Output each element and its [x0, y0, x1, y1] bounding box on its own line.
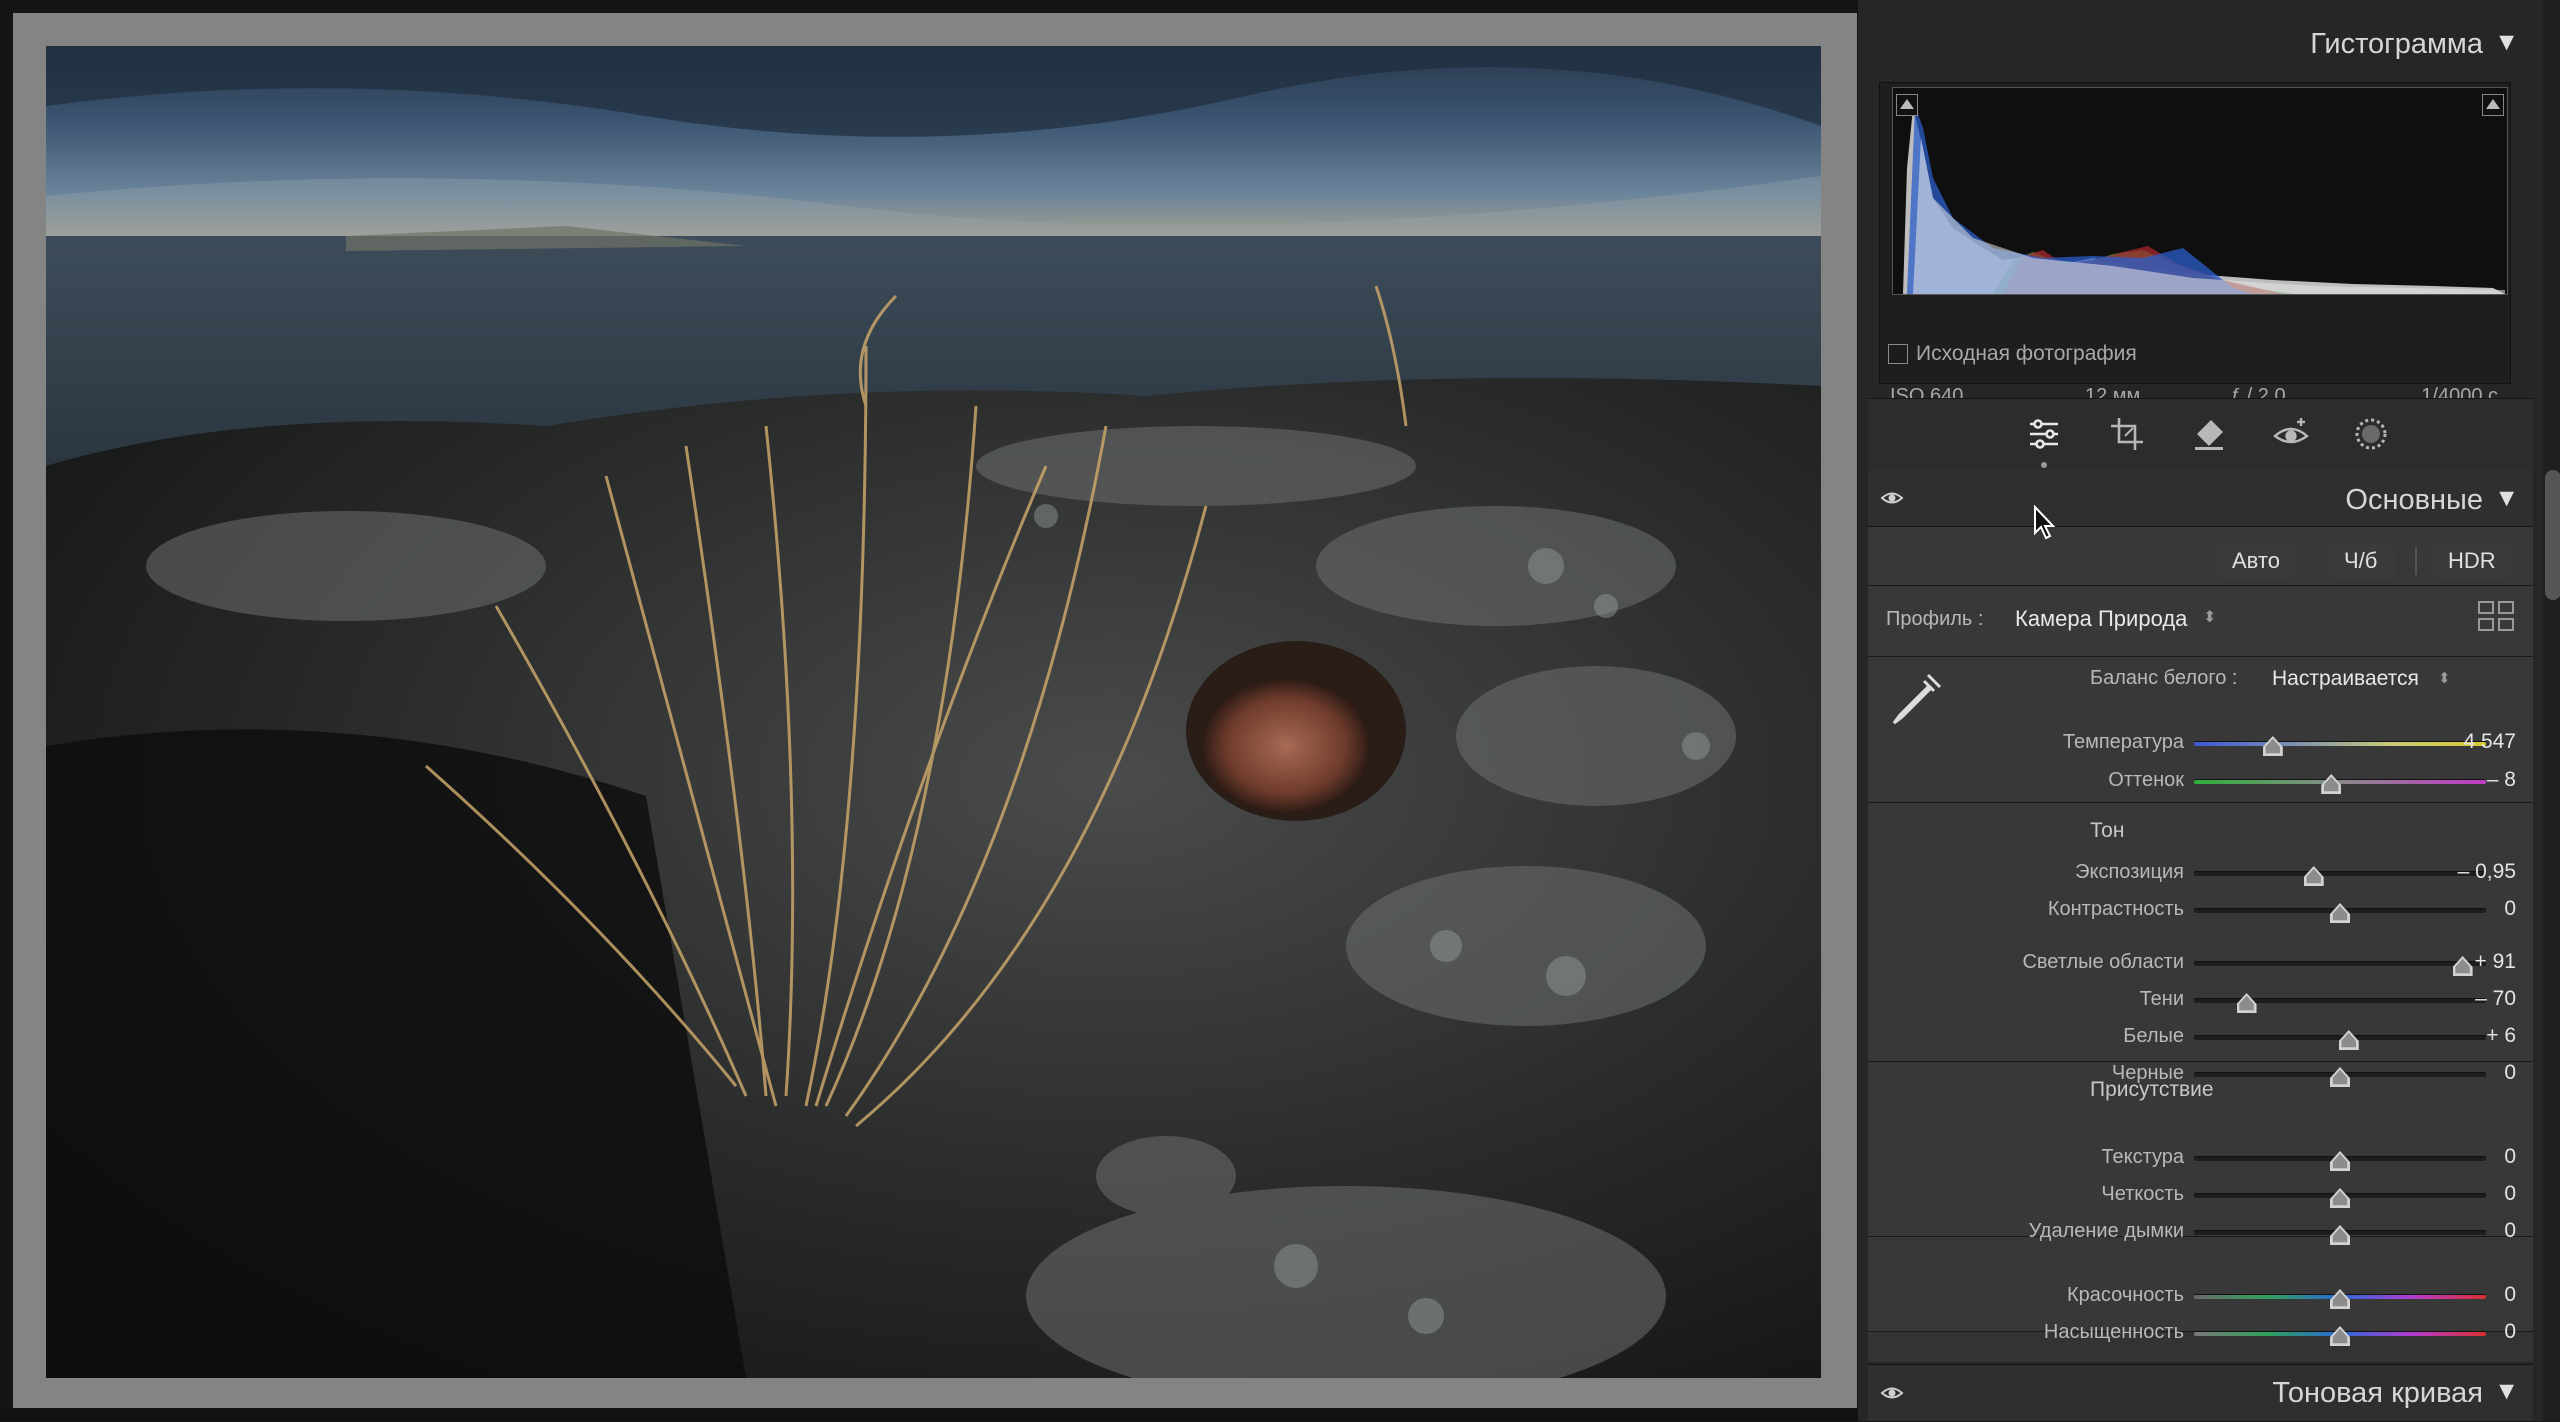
- profile-select[interactable]: Камера Природа: [2015, 606, 2187, 632]
- basic-header[interactable]: Основные ▼: [1868, 470, 2533, 527]
- photo-viewport[interactable]: [0, 0, 1857, 1421]
- slider-label: Текстура: [2101, 1146, 2184, 1168]
- original-photo-toggle[interactable]: Исходная фотография: [1888, 340, 2137, 368]
- histogram-graph: [1903, 106, 2505, 294]
- slider-value[interactable]: 0: [2436, 1182, 2516, 1206]
- collapse-triangle-icon[interactable]: ▼: [2494, 484, 2519, 513]
- slider-value[interactable]: + 6: [2436, 1024, 2516, 1048]
- mouse-cursor-icon: [2034, 505, 2056, 540]
- slider-value[interactable]: – 0,95: [2436, 860, 2516, 884]
- profile-label: Профиль :: [1886, 608, 1984, 630]
- slider-value[interactable]: 0: [2436, 1061, 2516, 1085]
- mask-icon[interactable]: [2348, 411, 2394, 457]
- tone-curve-header[interactable]: Тоновая кривая ▼: [1868, 1364, 2533, 1422]
- eye-icon[interactable]: [1880, 1381, 1904, 1405]
- eraser-icon[interactable]: [2186, 411, 2232, 457]
- active-tool-indicator: [2041, 462, 2047, 468]
- filmstrip-divider: [0, 1408, 1857, 1421]
- slider-row[interactable]: Насыщенность 0: [1868, 1318, 2533, 1348]
- histogram-title: Гистограмма: [2310, 28, 2483, 60]
- photo-image: [46, 46, 1821, 1378]
- profile-chevron-icon[interactable]: ⬍: [2203, 607, 2216, 627]
- slider-label: Светлые области: [2022, 951, 2184, 973]
- slider-row[interactable]: Тени – 70: [1868, 985, 2533, 1015]
- bw-button[interactable]: Ч/б: [2326, 543, 2396, 579]
- slider-label: Насыщенность: [2043, 1321, 2184, 1343]
- slider-row[interactable]: Удаление дымки 0: [1868, 1217, 2533, 1247]
- basic-title: Основные: [2345, 484, 2483, 516]
- slider-value[interactable]: 0: [2436, 1320, 2516, 1344]
- shadow-clipping-button[interactable]: [1896, 94, 1918, 116]
- slider-value[interactable]: 0: [2436, 897, 2516, 921]
- slider-row[interactable]: Контрастность 0: [1868, 895, 2533, 925]
- crop-icon[interactable]: [2104, 411, 2150, 457]
- slider-row[interactable]: Четкость 0: [1868, 1180, 2533, 1210]
- slider-value[interactable]: – 8: [2436, 768, 2516, 792]
- slider-row[interactable]: Экспозиция – 0,95: [1868, 858, 2533, 888]
- slider-row[interactable]: Белые + 6: [1868, 1022, 2533, 1052]
- basic-panel: Авто Ч/б HDR Профиль : Камера Природа ⬍ …: [1868, 527, 2533, 1362]
- slider-row[interactable]: Черные 0: [1868, 1059, 2533, 1089]
- original-photo-checkbox[interactable]: [1888, 344, 1908, 364]
- collapse-triangle-icon[interactable]: ▼: [2494, 1377, 2519, 1406]
- hdr-button[interactable]: HDR: [2430, 543, 2514, 579]
- tone-title: Тон: [2090, 819, 2125, 842]
- slider-value[interactable]: 0: [2436, 1219, 2516, 1243]
- slider-label: Контрастность: [2047, 898, 2184, 920]
- slider-label: Красочность: [2067, 1284, 2184, 1306]
- tool-strip: [1868, 398, 2533, 476]
- slider-row[interactable]: Светлые области + 91: [1868, 948, 2533, 978]
- slider-label: Экспозиция: [2075, 861, 2184, 883]
- slider-row[interactable]: Текстура 0: [1868, 1143, 2533, 1173]
- redeye-icon[interactable]: [2268, 411, 2314, 457]
- tone-curve-title: Тоновая кривая: [2272, 1377, 2483, 1409]
- slider-label: Черные: [2111, 1062, 2184, 1084]
- slider-label: Четкость: [2101, 1183, 2184, 1205]
- eyedropper-icon[interactable]: [1884, 667, 1948, 731]
- collapse-triangle-icon[interactable]: ▼: [2494, 28, 2519, 57]
- treatment-row: Авто Ч/б HDR: [1868, 527, 2533, 586]
- slider-value[interactable]: – 70: [2436, 987, 2516, 1011]
- slider-value[interactable]: 0: [2436, 1145, 2516, 1169]
- slider-value[interactable]: 0: [2436, 1283, 2516, 1307]
- wb-chevron-icon[interactable]: ⬍: [2438, 669, 2451, 687]
- histogram-panel: ISO 640 12 мм ƒ / 2,0 1/4000 с Исходная …: [1879, 82, 2511, 407]
- histogram-plot[interactable]: [1892, 87, 2508, 295]
- treatment-separator: [2415, 547, 2417, 575]
- profile-row: Профиль : Камера Природа ⬍: [1868, 586, 2533, 657]
- panel-scrollbar[interactable]: [2545, 470, 2560, 600]
- profile-browser-icon[interactable]: [2477, 600, 2515, 632]
- slider-label: Оттенок: [2108, 769, 2184, 791]
- original-photo-label: Исходная фотография: [1916, 342, 2137, 365]
- slider-label: Белые: [2123, 1025, 2184, 1047]
- highlight-clipping-button[interactable]: [2482, 94, 2504, 116]
- photo-preview[interactable]: [46, 46, 1821, 1378]
- panel-scroll-track[interactable]: [2543, 0, 2560, 1421]
- wb-select[interactable]: Настраивается: [2272, 667, 2419, 691]
- slider-value[interactable]: 4 547: [2436, 730, 2516, 754]
- slider-row[interactable]: Оттенок – 8: [1868, 766, 2533, 796]
- slider-label: Температура: [2062, 731, 2184, 753]
- slider-label: Тени: [2139, 988, 2184, 1010]
- slider-label: Удаление дымки: [2028, 1220, 2184, 1242]
- right-panel: Гистограмма ▼ ISO 640 12 мм ƒ / 2,0 1/40…: [1857, 0, 2560, 1422]
- slider-row[interactable]: Температура 4 547: [1868, 728, 2533, 758]
- histogram-header[interactable]: Гистограмма ▼: [1868, 10, 2533, 78]
- eye-icon[interactable]: [1880, 486, 1904, 510]
- sliders-icon[interactable]: [2021, 411, 2067, 457]
- slider-value[interactable]: + 91: [2436, 950, 2516, 974]
- slider-row[interactable]: Красочность 0: [1868, 1281, 2533, 1311]
- auto-button[interactable]: Авто: [2214, 543, 2298, 579]
- wb-label: Баланс белого :: [2090, 667, 2238, 689]
